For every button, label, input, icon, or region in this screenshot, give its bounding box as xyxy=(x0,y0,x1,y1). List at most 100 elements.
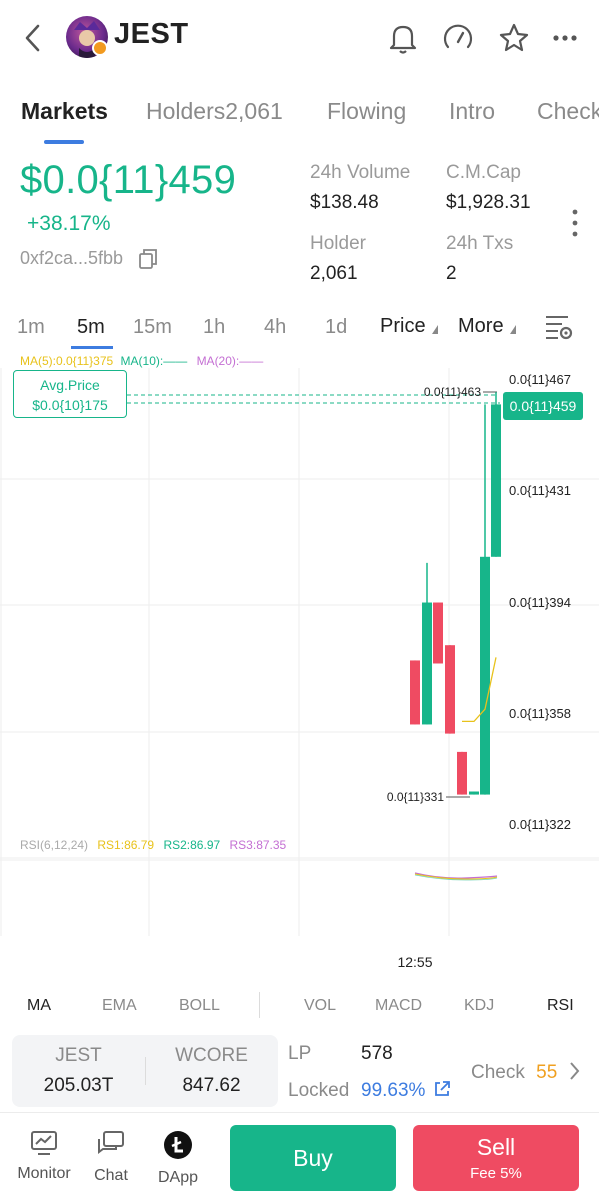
volume-label: 24h Volume xyxy=(310,162,411,183)
base-token-label: JEST xyxy=(55,1045,102,1066)
volume-value: $138.48 xyxy=(310,192,379,213)
token-title: JEST xyxy=(114,18,189,50)
chart-settings-button[interactable] xyxy=(544,313,574,341)
indicator-ema[interactable]: EMA xyxy=(102,997,137,1015)
lp-value: 578 xyxy=(361,1043,393,1064)
active-interval-indicator xyxy=(71,346,113,349)
candle-body xyxy=(469,791,479,795)
chat-icon xyxy=(98,1131,124,1154)
nav-chat-label: Chat xyxy=(94,1167,128,1184)
sell-fee: Fee 5% xyxy=(470,1165,522,1182)
ma20-legend: MA(20):—— xyxy=(196,354,264,368)
nav-chat[interactable]: Chat xyxy=(81,1130,141,1185)
indicator-divider xyxy=(259,992,260,1018)
indicator-ma[interactable]: MA xyxy=(27,997,51,1015)
quote-token-label: WCORE xyxy=(175,1045,248,1066)
low-price-label: 0.0{11}331 xyxy=(387,790,445,804)
tab-holders[interactable]: Holders2,061 xyxy=(146,98,283,125)
indicator-vol[interactable]: VOL xyxy=(304,997,336,1015)
current-price: $0.0{11}459 xyxy=(20,158,237,202)
more-button[interactable] xyxy=(550,20,586,56)
price-change: +38.17% xyxy=(27,212,111,235)
base-token-amount: 205.03T xyxy=(43,1075,114,1096)
interval-1d[interactable]: 1d xyxy=(325,316,347,339)
current-price-badge-label: 0.0{11}459 xyxy=(510,398,577,414)
interval-4h[interactable]: 4h xyxy=(264,316,286,339)
nav-monitor-label: Monitor xyxy=(17,1165,71,1182)
locked-label: Locked xyxy=(288,1080,350,1101)
ma5-legend: MA(5):0.0{11}375 xyxy=(20,354,114,368)
check-link[interactable]: Check 55 xyxy=(471,1061,581,1084)
pair-reserves-box: JEST 205.03T WCORE 847.62 xyxy=(12,1035,278,1107)
candlestick-chart[interactable]: 0.0{11}467 0.0{11}431 0.0{11}394 0.0{11}358… xyxy=(0,368,599,980)
high-price-label: 0.0{11}463 xyxy=(424,385,482,399)
indicator-boll[interactable]: BOLL xyxy=(179,997,220,1015)
rs1-legend: RS1:86.79 xyxy=(97,838,155,852)
contract-address: 0xf2ca...5fbb xyxy=(20,248,124,268)
star-icon xyxy=(499,23,529,52)
locked-value: 99.63% xyxy=(361,1080,426,1101)
more-icon xyxy=(553,35,577,41)
nav-monitor[interactable]: Monitor xyxy=(14,1130,74,1183)
avg-price-value: $0.0{10}175 xyxy=(32,397,108,413)
back-button[interactable] xyxy=(18,20,48,56)
y-tick-label: 0.0{11}394 xyxy=(509,595,571,610)
chain-badge-icon xyxy=(92,40,108,56)
candle-body xyxy=(422,602,432,725)
price-dropdown[interactable]: Price xyxy=(380,315,438,338)
check-score: 55 xyxy=(536,1062,558,1083)
txs-label: 24h Txs xyxy=(446,233,514,254)
candle-body xyxy=(457,751,467,795)
favorite-button[interactable] xyxy=(496,20,532,56)
monitor-icon xyxy=(31,1131,57,1155)
nav-dapp-label: DApp xyxy=(157,1169,199,1186)
interval-1m[interactable]: 1m xyxy=(17,316,45,339)
speed-button[interactable] xyxy=(440,20,476,56)
buy-button[interactable]: Buy xyxy=(230,1125,396,1191)
y-tick-label: 0.0{11}358 xyxy=(509,706,571,721)
y-tick-label: 0.0{11}322 xyxy=(509,817,571,832)
active-tab-indicator xyxy=(44,140,84,144)
indicator-rsi[interactable]: RSI xyxy=(547,997,574,1015)
tab-check[interactable]: Check xyxy=(537,98,599,125)
locked-value-link[interactable]: 99.63% xyxy=(361,1080,451,1102)
rs3-legend: RS3:87.35 xyxy=(229,838,287,852)
interval-15m[interactable]: 15m xyxy=(133,316,172,339)
tab-markets[interactable]: Markets xyxy=(21,98,108,125)
gauge-icon xyxy=(443,24,473,49)
indicator-macd[interactable]: MACD xyxy=(375,997,422,1015)
alert-button[interactable] xyxy=(385,20,421,56)
tab-flowing[interactable]: Flowing xyxy=(327,98,406,125)
dapp-icon xyxy=(164,1131,192,1159)
more-dropdown[interactable]: More xyxy=(458,315,516,338)
check-label: Check xyxy=(471,1062,525,1083)
bell-icon xyxy=(389,25,417,54)
stats-more-button[interactable] xyxy=(570,208,580,238)
tab-intro[interactable]: Intro xyxy=(449,98,495,125)
quote-token-amount: 847.62 xyxy=(182,1075,241,1096)
lp-label: LP xyxy=(288,1043,312,1064)
candle-body xyxy=(445,645,455,734)
price-dropdown-label: Price xyxy=(380,315,426,337)
sell-button[interactable]: Sell Fee 5% xyxy=(413,1125,579,1191)
interval-1h[interactable]: 1h xyxy=(203,316,225,339)
copy-icon xyxy=(139,249,157,269)
rsi-legend: RSI(6,12,24) RS1:86.79 RS2:86.97 RS3:87.… xyxy=(20,838,286,852)
dropdown-triangle-icon xyxy=(509,325,516,334)
indicator-kdj[interactable]: KDJ xyxy=(464,997,494,1015)
bottom-bar-divider xyxy=(0,1112,599,1113)
y-tick-label: 0.0{11}467 xyxy=(509,372,571,387)
copy-address-button[interactable] xyxy=(138,248,158,270)
candle-body xyxy=(433,602,443,664)
rs2-legend: RS2:86.97 xyxy=(163,838,221,852)
ma5-line xyxy=(462,657,497,723)
sell-label: Sell xyxy=(476,1134,516,1160)
txs-value: 2 xyxy=(446,263,457,284)
x-tick-label: 12:55 xyxy=(397,954,432,970)
nav-dapp[interactable]: DApp xyxy=(148,1130,208,1187)
holder-value: 2,061 xyxy=(310,263,358,284)
vertical-dots-icon xyxy=(572,209,578,237)
settings-list-icon xyxy=(546,316,573,340)
dropdown-triangle-icon xyxy=(431,325,438,334)
interval-5m[interactable]: 5m xyxy=(77,316,105,339)
